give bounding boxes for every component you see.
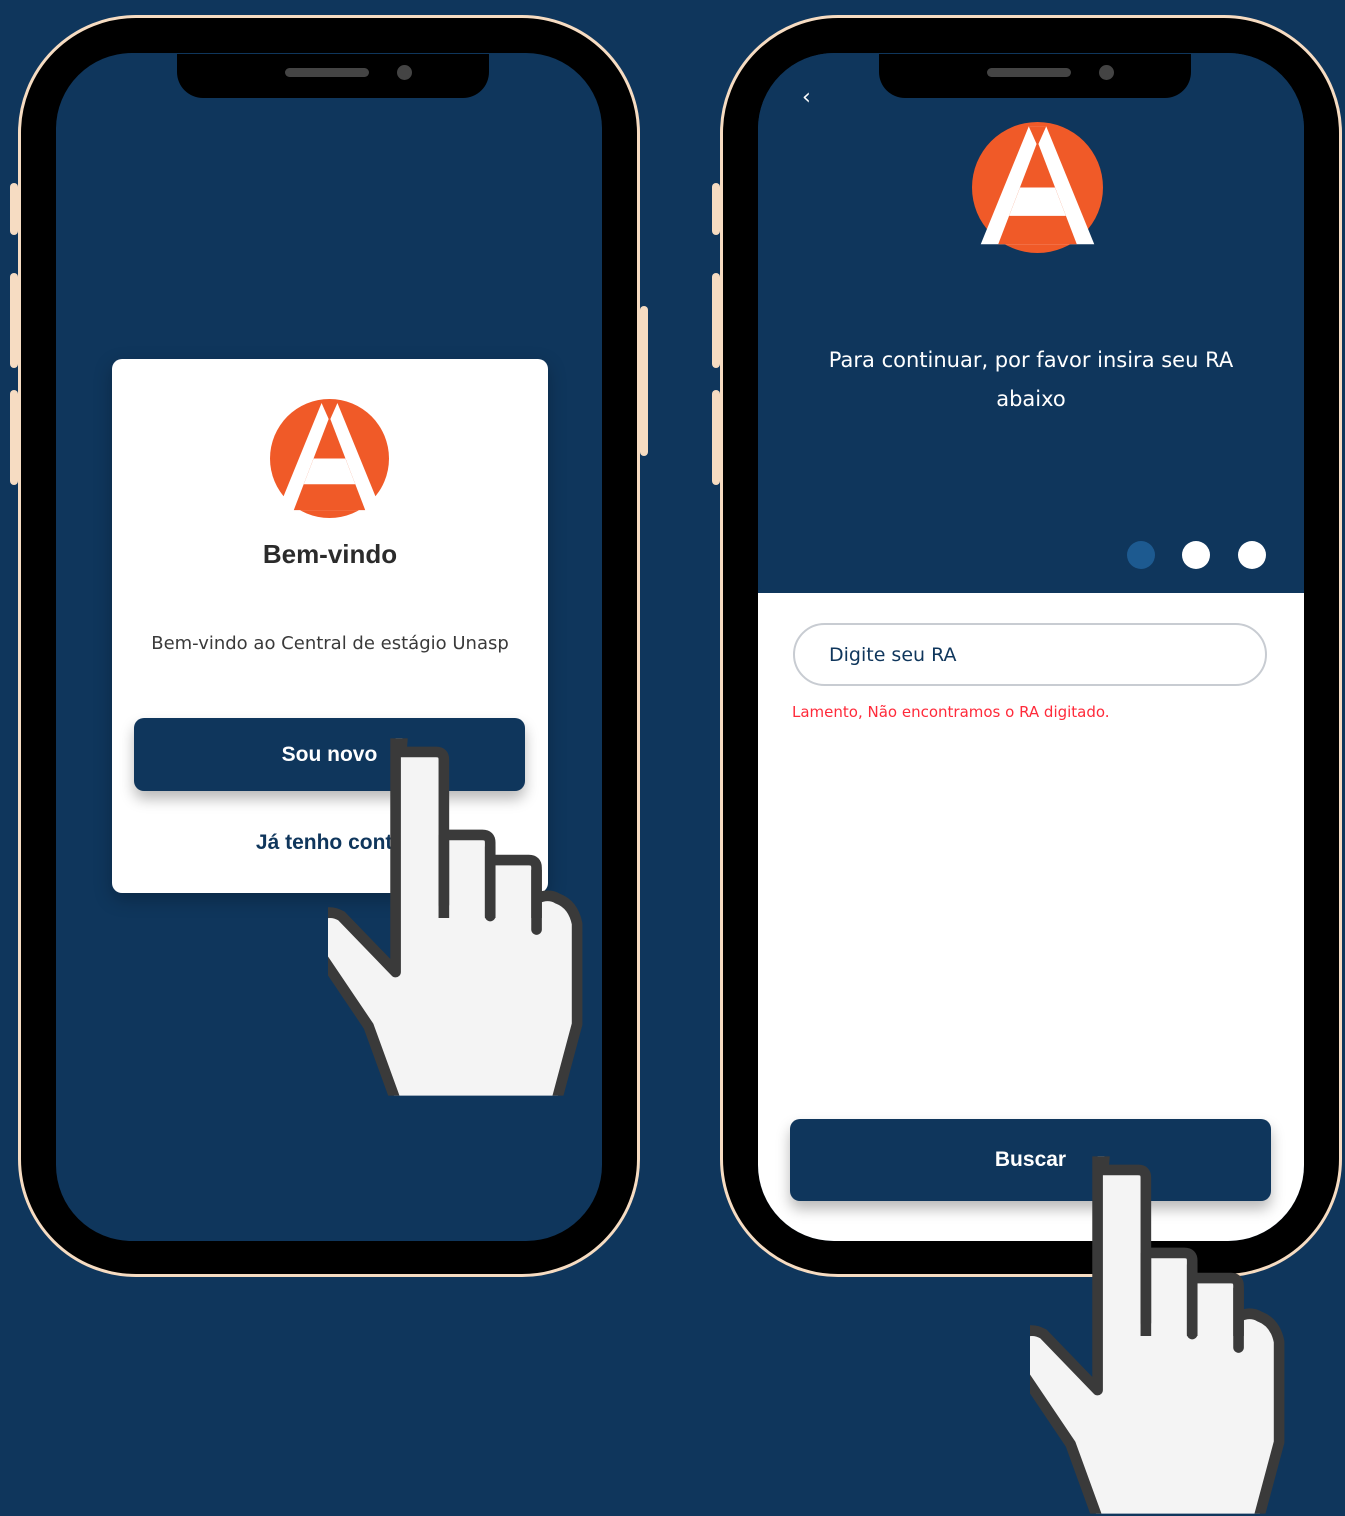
side-button: [10, 273, 18, 368]
welcome-message: Bem-vindo ao Central de estágio Unasp: [151, 633, 509, 654]
pointing-hand-icon: [1030, 1156, 1310, 1514]
side-button: [712, 273, 720, 368]
notch: [879, 54, 1191, 98]
side-button: [640, 306, 648, 456]
error-message: Lamento, Não encontramos o RA digitado.: [792, 703, 1110, 721]
back-chevron-icon[interactable]: ‹: [802, 87, 811, 109]
side-button: [10, 390, 18, 485]
ra-screen: ‹ Para continuar, por favor insira seu R…: [758, 53, 1304, 1241]
camera: [1099, 65, 1114, 80]
phone-right: ‹ Para continuar, por favor insira seu R…: [712, 15, 1342, 1277]
speaker: [987, 68, 1071, 77]
logo-a-icon: [972, 122, 1103, 253]
side-button: [712, 390, 720, 485]
ra-input[interactable]: [793, 623, 1267, 686]
logo-a-icon: [270, 399, 389, 518]
ra-header: ‹ Para continuar, por favor insira seu R…: [758, 53, 1304, 593]
speaker: [285, 68, 369, 77]
step-dot: [1238, 541, 1266, 569]
step-dot-active: [1127, 541, 1155, 569]
notch: [177, 54, 489, 98]
camera: [397, 65, 412, 80]
instructions-text: Para continuar, por favor insira seu RA …: [828, 348, 1234, 411]
side-button: [10, 183, 18, 235]
step-dot: [1182, 541, 1210, 569]
pointing-hand-icon: [328, 738, 608, 1096]
card-title: Bem-vindo: [262, 539, 398, 569]
side-button: [712, 183, 720, 235]
